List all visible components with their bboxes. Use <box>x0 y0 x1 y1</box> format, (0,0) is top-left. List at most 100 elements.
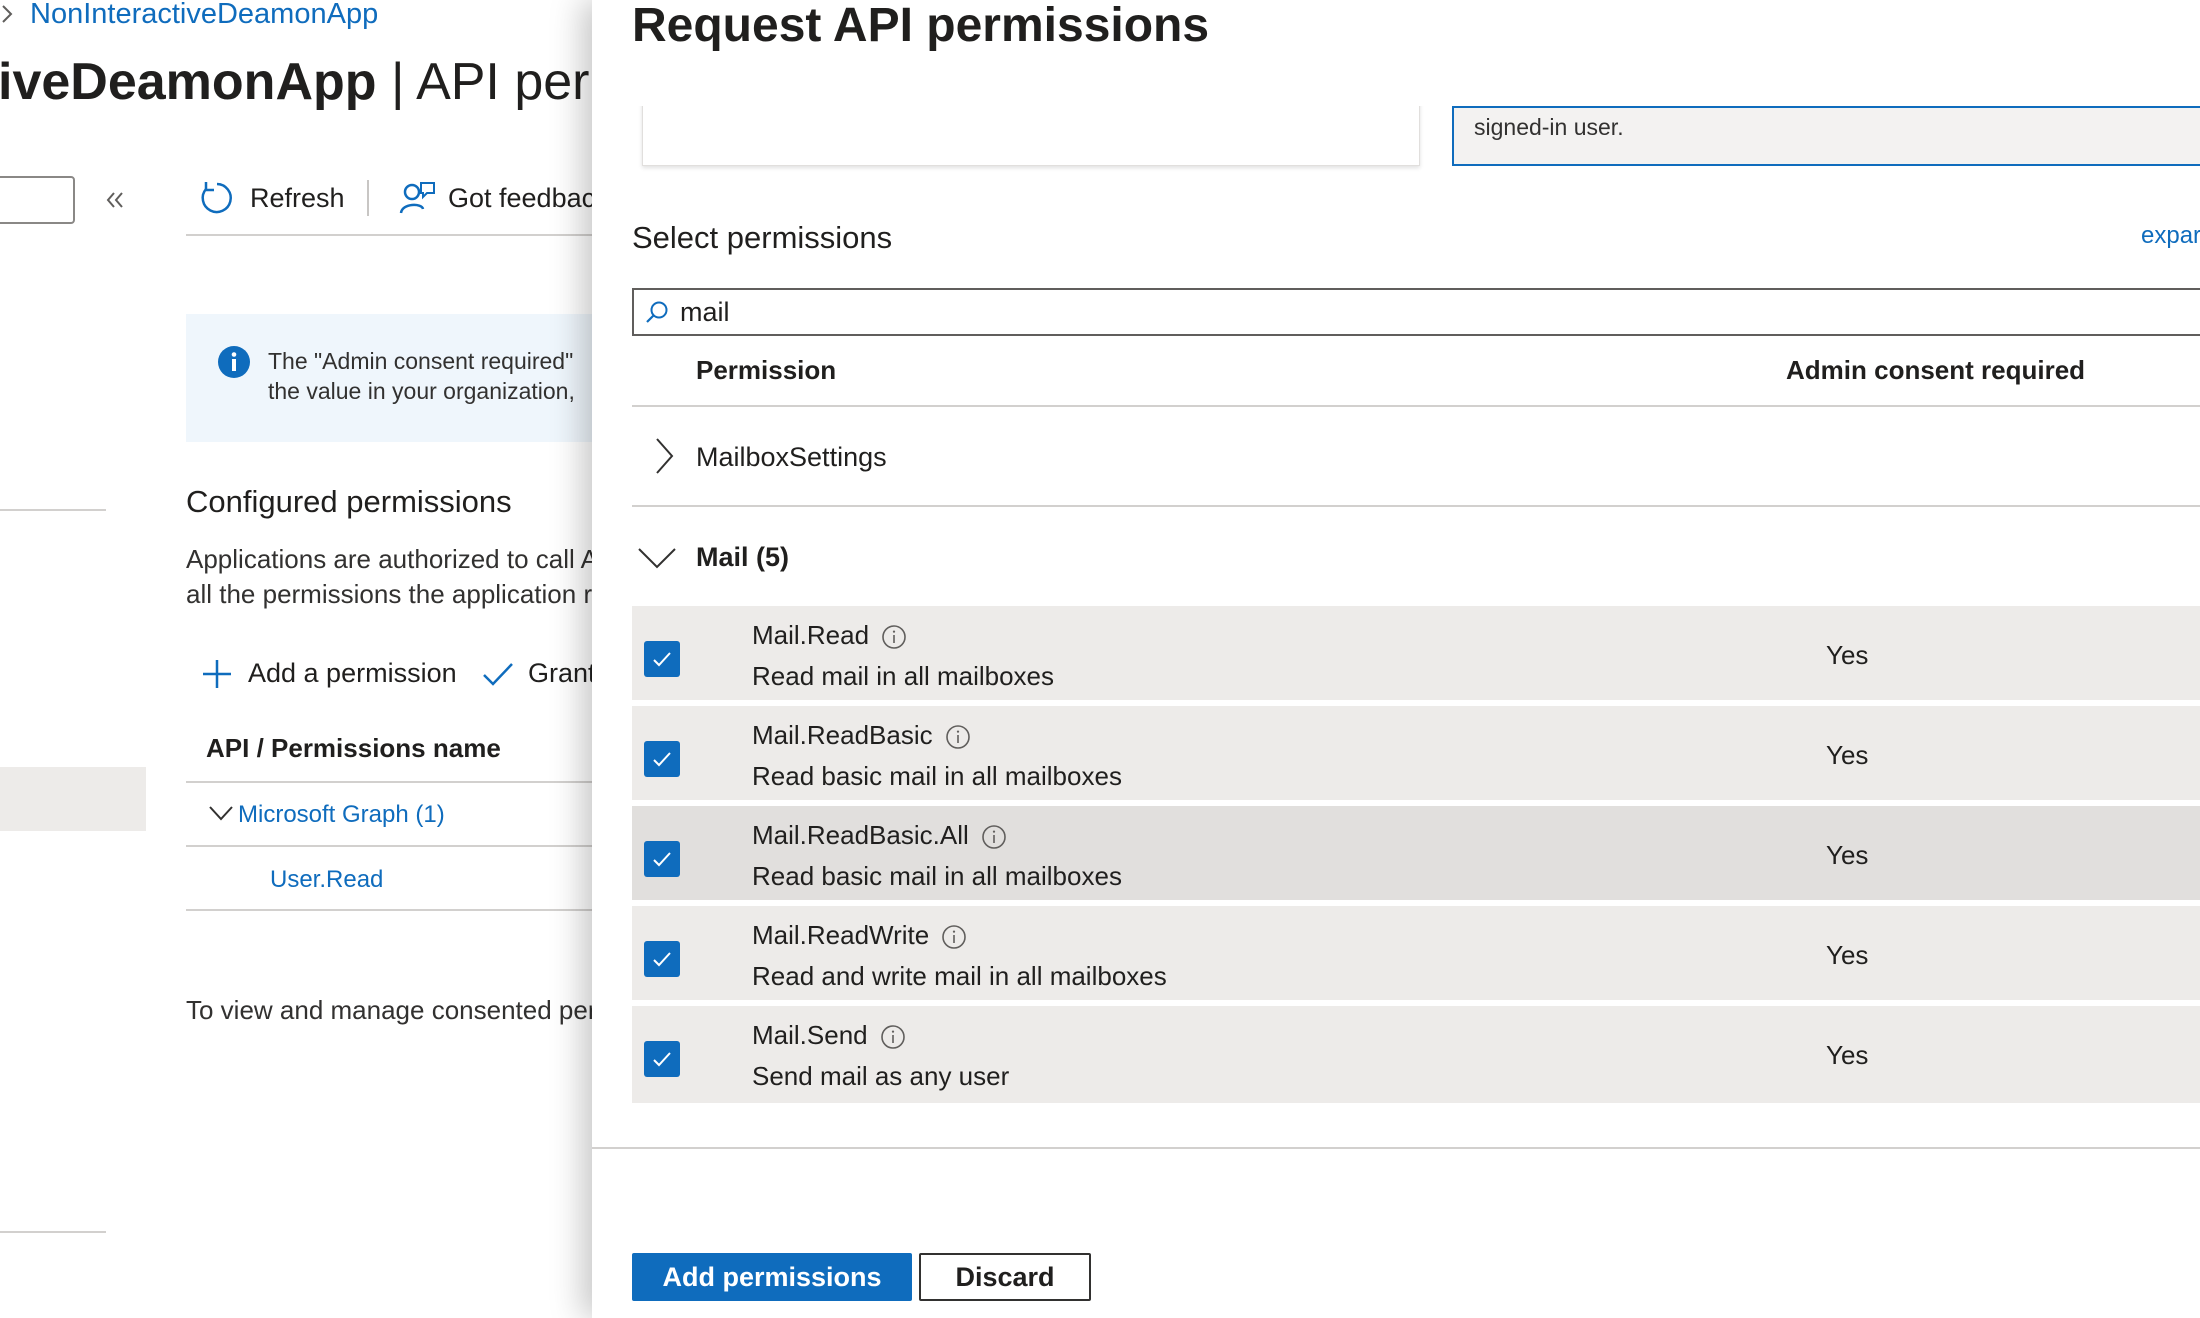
admin-consent-value: Yes <box>1826 940 1869 970</box>
request-api-permissions-panel: Request API permissions signed-in user. … <box>592 0 2200 1318</box>
permission-row-mail-readwrite[interactable]: Mail.ReadWrite Read and write mail in al… <box>632 906 2200 1003</box>
nav-divider-bottom <box>0 1231 106 1233</box>
checkmark-icon <box>653 652 671 667</box>
permission-checkbox[interactable] <box>644 1041 680 1077</box>
permission-description: Read basic mail in all mailboxes <box>752 861 1122 891</box>
chevron-down-icon <box>636 546 678 575</box>
admin-consent-column-header: Admin consent required <box>1786 355 2086 385</box>
grant-consent-button[interactable]: Grant <box>482 658 596 689</box>
group-mail[interactable]: Mail (5) <box>632 520 2200 604</box>
search-icon <box>644 300 670 331</box>
info-circle-icon[interactable] <box>881 624 907 650</box>
select-permissions-title: Select permissions <box>632 220 893 255</box>
permission-name-text: Mail.Send <box>752 1020 868 1050</box>
permission-description: Read mail in all mailboxes <box>752 661 1055 691</box>
add-permission-label: Add a permission <box>248 658 457 688</box>
permission-row-mail-send[interactable]: Mail.Send Send mail as any user Yes <box>632 1006 2200 1103</box>
permission-row-mail-read[interactable]: Mail.Read Read mail in all mailboxes Yes <box>632 606 2200 703</box>
chevron-down-icon[interactable] <box>208 803 234 828</box>
permission-name-text: Mail.Read <box>752 620 870 650</box>
configured-desc-line1: Applications are authorized to call A <box>186 544 598 574</box>
group-mail-label: Mail (5) <box>696 542 790 572</box>
admin-consent-value: Yes <box>1826 640 1869 670</box>
menu-search-input[interactable] <box>0 176 75 224</box>
nav-divider <box>0 509 106 511</box>
grant-consent-label: Grant <box>528 658 596 688</box>
info-icon <box>218 346 250 383</box>
background-page: NonInteractiveDeamonApp iveDeamonApp | A… <box>0 0 670 1318</box>
row-divider <box>632 700 2200 703</box>
configured-desc-line2: all the permissions the application r <box>186 579 593 609</box>
configured-permissions-title: Configured permissions <box>186 484 512 519</box>
info-circle-icon[interactable] <box>945 724 971 750</box>
admin-consent-value: Yes <box>1826 840 1869 870</box>
permission-search-input[interactable]: mail <box>632 288 2200 336</box>
refresh-label: Refresh <box>250 182 345 213</box>
chevron-right-icon <box>0 2 14 31</box>
permission-description: Read and write mail in all mailboxes <box>752 961 1167 991</box>
expand-all-link[interactable]: expar <box>2141 222 2200 250</box>
permission-name-text: Mail.ReadBasic.All <box>752 820 969 850</box>
toolbar-divider <box>367 180 369 216</box>
discard-button[interactable]: Discard <box>919 1253 1091 1301</box>
checkmark-icon <box>653 952 671 967</box>
permission-name-text: Mail.ReadWrite <box>752 920 930 950</box>
nav-item-api-permissions[interactable] <box>0 767 146 831</box>
permission-name-text: Mail.ReadBasic <box>752 720 933 750</box>
breadcrumb-app-link[interactable]: NonInteractiveDeamonApp <box>30 0 378 31</box>
permission-checkbox[interactable] <box>644 841 680 877</box>
permission-description: Read basic mail in all mailboxes <box>752 761 1122 791</box>
info-circle-icon[interactable] <box>880 1024 906 1050</box>
row-divider <box>632 900 2200 903</box>
user-read-permission-link[interactable]: User.Read <box>270 866 383 894</box>
info-banner-line1: The "Admin consent required" <box>268 348 574 374</box>
group-divider <box>632 505 2200 507</box>
admin-consent-value: Yes <box>1826 740 1869 770</box>
row-divider <box>632 800 2200 803</box>
microsoft-graph-group-link[interactable]: Microsoft Graph (1) <box>238 801 445 829</box>
table-header-divider <box>186 781 626 783</box>
page-title: iveDeamonApp | API permis <box>0 52 670 112</box>
footer-divider <box>592 1147 2200 1149</box>
checkmark-icon <box>653 852 671 867</box>
table-row-divider <box>186 845 626 847</box>
add-permissions-button[interactable]: Add permissions <box>632 1253 912 1301</box>
permission-name: Mail.Send <box>752 1020 906 1051</box>
feedback-button[interactable]: Got feedbac <box>398 176 595 220</box>
refresh-button[interactable]: Refresh <box>198 176 345 220</box>
permission-row-mail-readbasic-all[interactable]: Mail.ReadBasic.All Read basic mail in al… <box>632 806 2200 903</box>
feedback-person-icon <box>399 182 435 214</box>
permission-checkbox[interactable] <box>644 741 680 777</box>
checkmark-icon <box>653 752 671 767</box>
panel-title-overlay: Request API permissions <box>632 0 1210 52</box>
refresh-icon <box>201 182 232 214</box>
feedback-label: Got feedbac <box>448 182 596 213</box>
info-circle-icon[interactable] <box>941 924 967 950</box>
collapse-menu-icon[interactable] <box>104 188 126 217</box>
permission-checkbox[interactable] <box>644 941 680 977</box>
permission-name: Mail.ReadWrite <box>752 920 967 951</box>
chevron-right-icon <box>654 436 676 481</box>
info-banner-line2: the value in your organization, <box>268 378 575 404</box>
row-divider <box>632 1000 2200 1003</box>
info-banner: The "Admin consent required" the value i… <box>186 314 626 442</box>
application-type-card-application[interactable]: signed-in user. <box>1452 106 2200 166</box>
permission-name: Mail.ReadBasic <box>752 720 971 751</box>
permission-column-header: Permission <box>696 355 837 385</box>
page-title-app: iveDeamonApp <box>0 53 377 111</box>
permission-name: Mail.Read <box>752 620 907 651</box>
info-circle-icon[interactable] <box>981 824 1007 850</box>
plus-icon <box>203 659 231 688</box>
application-type-card-delegated[interactable] <box>642 100 1420 166</box>
add-permission-button[interactable]: Add a permission <box>202 658 457 689</box>
card-description: signed-in user. <box>1474 114 1624 140</box>
permission-name: Mail.ReadBasic.All <box>752 820 1007 851</box>
group-mailboxsettings[interactable]: MailboxSettings <box>632 420 2200 504</box>
search-value: mail <box>680 297 730 327</box>
consented-permissions-text: To view and manage consented per <box>186 995 597 1025</box>
permission-row-mail-readbasic[interactable]: Mail.ReadBasic Read basic mail in all ma… <box>632 706 2200 803</box>
permission-checkbox[interactable] <box>644 641 680 677</box>
table-row-divider <box>186 909 626 911</box>
admin-consent-value: Yes <box>1826 1040 1869 1070</box>
api-permissions-header: API / Permissions name <box>206 733 501 763</box>
